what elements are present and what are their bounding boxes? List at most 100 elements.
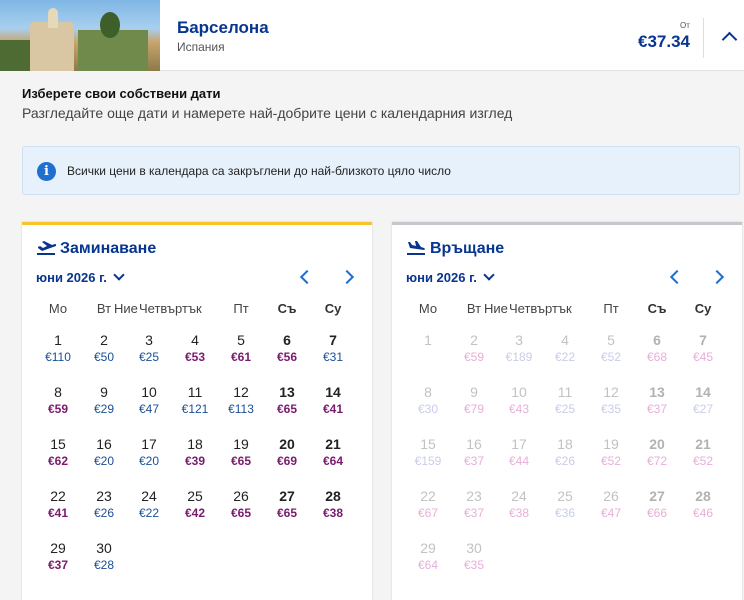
calendar-day-cell[interactable]: 1 €110 xyxy=(35,332,81,365)
calendar-day-cell[interactable]: 22 €41 xyxy=(35,488,81,521)
calendar-day-cell[interactable]: 18 €39 xyxy=(172,436,218,469)
calendar-day-cell[interactable]: 5 €61 xyxy=(218,332,264,365)
calendar-day-cell[interactable]: 14 €41 xyxy=(310,384,356,417)
calendar-day-cell[interactable]: 4 €22 xyxy=(542,332,588,365)
calendar-day-cell[interactable]: 29 €37 xyxy=(35,540,81,573)
destination-thumbnail xyxy=(0,0,160,71)
calendar-day-cell[interactable]: 23 €26 xyxy=(81,488,127,521)
calendar-day-cell[interactable]: 25 €36 xyxy=(542,488,588,521)
day-price: €68 xyxy=(646,350,668,364)
weekday-header: Пт xyxy=(603,301,619,316)
calendar-day-cell[interactable]: 15 €62 xyxy=(35,436,81,469)
calendar-day-cell[interactable]: 10 €47 xyxy=(126,384,172,417)
day-number: 2 xyxy=(100,332,108,348)
calendar-day-cell[interactable]: 20 €69 xyxy=(264,436,310,469)
day-price: €20 xyxy=(138,454,160,468)
calendar-day-cell[interactable]: 28 €38 xyxy=(310,488,356,521)
plane-takeoff-icon xyxy=(37,241,57,255)
calendar-day-cell[interactable]: 1 xyxy=(405,332,451,349)
day-price: €113 xyxy=(228,402,254,416)
day-price: €189 xyxy=(505,350,533,364)
calendar-day-cell[interactable]: 19 €52 xyxy=(588,436,634,469)
calendar-day-cell[interactable]: 26 €65 xyxy=(218,488,264,521)
calendar-day-cell[interactable]: 13 €37 xyxy=(634,384,680,417)
calendar-day-cell[interactable]: 30 €28 xyxy=(81,540,127,573)
weekday-header: Пт xyxy=(233,301,249,316)
day-number: 22 xyxy=(420,488,436,504)
calendar-day-cell[interactable]: 2 €50 xyxy=(81,332,127,365)
outbound-calendar: Заминаване юни 2026 г. Мо Вт Ние Четвъртък П… xyxy=(22,222,372,600)
day-number: 18 xyxy=(187,436,203,452)
calendar-day-cell[interactable]: 25 €42 xyxy=(172,488,218,521)
info-banner: i Всички цени в календара са закръглени … xyxy=(22,146,740,195)
day-number: 28 xyxy=(695,488,711,504)
destination-country: Испания xyxy=(177,40,225,54)
outbound-month-select[interactable]: юни 2026 г. xyxy=(36,269,125,285)
calendar-day-cell[interactable]: 21 €52 xyxy=(680,436,726,469)
calendar-day-cell[interactable]: 27 €65 xyxy=(264,488,310,521)
destination-city: Барселона xyxy=(177,18,269,37)
calendar-day-cell[interactable]: 19 €65 xyxy=(218,436,264,469)
calendar-day-cell[interactable]: 17 €44 xyxy=(496,436,542,469)
calendar-day-cell[interactable]: 8 €30 xyxy=(405,384,451,417)
calendar-day-cell[interactable]: 13 €65 xyxy=(264,384,310,417)
calendar-day-cell[interactable]: 21 €64 xyxy=(310,436,356,469)
day-price: €37 xyxy=(646,402,668,416)
calendar-day-cell[interactable]: 20 €72 xyxy=(634,436,680,469)
day-number: 12 xyxy=(603,384,619,400)
calendar-day-cell[interactable]: 30 €35 xyxy=(451,540,497,573)
calendar-day-cell[interactable]: 7 €31 xyxy=(310,332,356,365)
calendar-day-cell[interactable]: 29 €64 xyxy=(405,540,451,573)
destination-header[interactable]: Барселона Испания От €37.34 xyxy=(0,0,744,71)
info-text: Всички цени в календара са закръглени до… xyxy=(67,164,451,178)
day-number: 28 xyxy=(325,488,341,504)
calendar-day-cell[interactable]: 24 €38 xyxy=(496,488,542,521)
day-price: €52 xyxy=(600,454,622,468)
calendar-day-cell[interactable]: 6 €56 xyxy=(264,332,310,365)
calendar-day-cell[interactable]: 23 €37 xyxy=(451,488,497,521)
calendar-day-cell[interactable]: 11 €25 xyxy=(542,384,588,417)
day-price: €36 xyxy=(554,506,576,520)
calendar-day-cell[interactable]: 2 €59 xyxy=(451,332,497,365)
day-price: €37 xyxy=(47,558,69,572)
calendar-day-cell[interactable]: 26 €47 xyxy=(588,488,634,521)
calendar-day-cell[interactable]: 16 €37 xyxy=(451,436,497,469)
section-subtitle: Разгледайте още дати и намерете най-добр… xyxy=(22,105,513,121)
day-price: €62 xyxy=(47,454,69,468)
calendar-day-cell[interactable]: 24 €22 xyxy=(126,488,172,521)
return-next-month-button[interactable] xyxy=(709,269,725,285)
calendar-day-cell[interactable]: 12 €113 xyxy=(218,384,264,417)
day-price: €65 xyxy=(276,506,298,520)
calendar-day-cell[interactable]: 10 €43 xyxy=(496,384,542,417)
weekday-header: Мо xyxy=(418,301,438,316)
calendar-day-cell[interactable]: 12 €35 xyxy=(588,384,634,417)
calendar-day-cell[interactable]: 7 €45 xyxy=(680,332,726,365)
calendar-day-cell[interactable]: 3 €25 xyxy=(126,332,172,365)
day-price: €35 xyxy=(463,558,485,572)
outbound-prev-month-button[interactable] xyxy=(299,269,315,285)
return-prev-month-button[interactable] xyxy=(669,269,685,285)
chevron-up-icon[interactable] xyxy=(721,31,738,48)
calendar-day-cell[interactable]: 18 €26 xyxy=(542,436,588,469)
day-price: €59 xyxy=(463,350,485,364)
calendar-day-cell[interactable]: 16 €20 xyxy=(81,436,127,469)
calendar-day-cell[interactable]: 14 €27 xyxy=(680,384,726,417)
calendar-day-cell[interactable]: 3 €189 xyxy=(496,332,542,365)
calendar-day-cell[interactable]: 15 €159 xyxy=(405,436,451,469)
calendar-day-cell[interactable]: 6 €68 xyxy=(634,332,680,365)
chevron-down-icon xyxy=(113,269,125,281)
day-price: €52 xyxy=(600,350,622,364)
calendar-day-cell[interactable]: 9 €29 xyxy=(81,384,127,417)
return-month-select[interactable]: юни 2026 г. xyxy=(406,269,495,285)
calendar-day-cell[interactable]: 11 €121 xyxy=(172,384,218,417)
outbound-next-month-button[interactable] xyxy=(339,269,355,285)
calendar-day-cell[interactable]: 28 €46 xyxy=(680,488,726,521)
calendar-day-cell[interactable]: 8 €59 xyxy=(35,384,81,417)
calendar-day-cell[interactable]: 27 €66 xyxy=(634,488,680,521)
calendar-day-cell[interactable]: 17 €20 xyxy=(126,436,172,469)
day-number: 5 xyxy=(237,332,245,348)
calendar-day-cell[interactable]: 5 €52 xyxy=(588,332,634,365)
calendar-day-cell[interactable]: 4 €53 xyxy=(172,332,218,365)
calendar-day-cell[interactable]: 22 €67 xyxy=(405,488,451,521)
calendar-day-cell[interactable]: 9 €79 xyxy=(451,384,497,417)
